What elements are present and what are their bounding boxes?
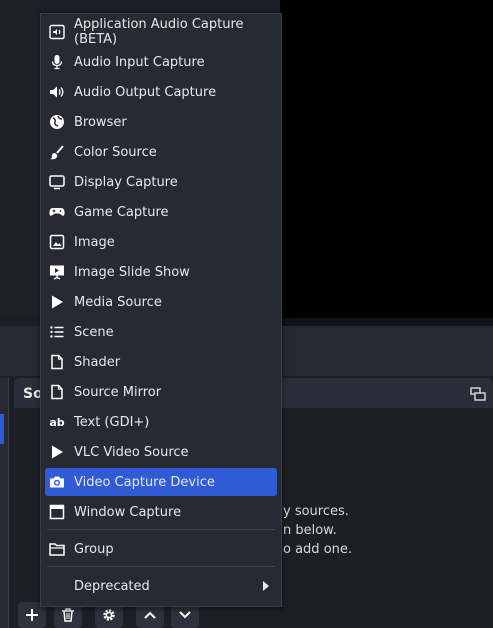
- menu-item-label: VLC Video Source: [74, 444, 189, 460]
- menu-item-label: Browser: [74, 114, 127, 130]
- menu-item-label: Game Capture: [74, 204, 169, 220]
- image-icon: [49, 234, 65, 250]
- menu-item-label: Text (GDI+): [74, 414, 150, 430]
- menu-item-icon-spacer: [49, 578, 65, 594]
- menu-item-scene[interactable]: Scene: [45, 318, 277, 346]
- menu-item-label: Shader: [74, 354, 121, 370]
- speaker-icon: [49, 84, 65, 100]
- menu-item-image-slide-show[interactable]: Image Slide Show: [45, 258, 277, 286]
- window-icon: [49, 504, 65, 520]
- play-icon: [49, 294, 65, 310]
- menu-item-label: Source Mirror: [74, 384, 162, 400]
- add-source-menu: Application Audio Capture (BETA) Audio I…: [40, 13, 282, 607]
- menu-item-vlc-video-source[interactable]: VLC Video Source: [45, 438, 277, 466]
- menu-item-media-source[interactable]: Media Source: [45, 288, 277, 316]
- preview-canvas: [280, 0, 493, 318]
- gear-icon: [101, 607, 117, 623]
- sources-hint-line-3: o add one.: [283, 542, 353, 557]
- folder-icon: [49, 541, 65, 557]
- menu-item-label: Audio Output Capture: [74, 84, 217, 100]
- scene-selected-indicator: [0, 414, 4, 444]
- menu-item-image[interactable]: Image: [45, 228, 277, 256]
- left-edge-panel: [0, 0, 40, 318]
- play-icon: [49, 444, 65, 460]
- menu-item-text-gdi[interactable]: ab Text (GDI+): [45, 408, 277, 436]
- slideshow-icon: [49, 264, 65, 280]
- sources-hint-line-2: n below.: [283, 523, 337, 538]
- undock-icon[interactable]: [470, 386, 486, 401]
- brush-icon: [49, 144, 65, 160]
- preview-bottom-band: [280, 318, 493, 326]
- text-icon-glyph: ab: [49, 415, 65, 429]
- menu-item-label: Media Source: [74, 294, 162, 310]
- menu-item-window-capture[interactable]: Window Capture: [45, 498, 277, 526]
- menu-separator: [47, 566, 275, 567]
- gamepad-icon: [49, 204, 65, 220]
- chevron-down-icon: [177, 607, 193, 623]
- menu-item-deprecated[interactable]: Deprecated: [45, 572, 277, 600]
- globe-icon: [49, 114, 65, 130]
- menu-item-label: Display Capture: [74, 174, 178, 190]
- app-audio-icon: [49, 24, 65, 40]
- menu-item-label: Window Capture: [74, 504, 182, 520]
- file-icon: [49, 384, 65, 400]
- menu-item-label: Group: [74, 541, 114, 557]
- menu-item-label: Application Audio Capture (BETA): [74, 17, 244, 47]
- trash-icon: [60, 607, 76, 623]
- microphone-icon: [49, 54, 65, 70]
- menu-item-audio-input-capture[interactable]: Audio Input Capture: [45, 48, 277, 76]
- menu-item-label: Image: [74, 234, 115, 250]
- menu-item-source-mirror[interactable]: Source Mirror: [45, 378, 277, 406]
- menu-item-game-capture[interactable]: Game Capture: [45, 198, 277, 226]
- menu-item-label: Audio Input Capture: [74, 54, 205, 70]
- menu-item-display-capture[interactable]: Display Capture: [45, 168, 277, 196]
- file-icon: [49, 354, 65, 370]
- menu-item-audio-output-capture[interactable]: Audio Output Capture: [45, 78, 277, 106]
- menu-separator: [47, 529, 275, 530]
- submenu-arrow-icon: [263, 581, 269, 591]
- menu-item-label: Video Capture Device: [74, 474, 215, 490]
- chevron-up-icon: [142, 607, 158, 623]
- menu-item-group[interactable]: Group: [45, 535, 277, 563]
- monitor-icon: [49, 174, 65, 190]
- menu-item-label: Scene: [74, 324, 114, 340]
- menu-item-label: Deprecated: [74, 578, 150, 594]
- menu-item-label: Color Source: [74, 144, 157, 160]
- list-icon: [49, 324, 65, 340]
- menu-item-shader[interactable]: Shader: [45, 348, 277, 376]
- menu-item-label: Image Slide Show: [74, 264, 190, 280]
- menu-item-color-source[interactable]: Color Source: [45, 138, 277, 166]
- text-icon: ab: [49, 414, 65, 430]
- sources-hint-line-1: y sources.: [283, 504, 349, 519]
- menu-item-video-capture-device[interactable]: Video Capture Device: [45, 468, 277, 496]
- menu-item-application-audio-capture[interactable]: Application Audio Capture (BETA): [45, 17, 277, 47]
- menu-item-browser[interactable]: Browser: [45, 108, 277, 136]
- camera-icon: [49, 474, 65, 490]
- add-icon: [24, 607, 40, 623]
